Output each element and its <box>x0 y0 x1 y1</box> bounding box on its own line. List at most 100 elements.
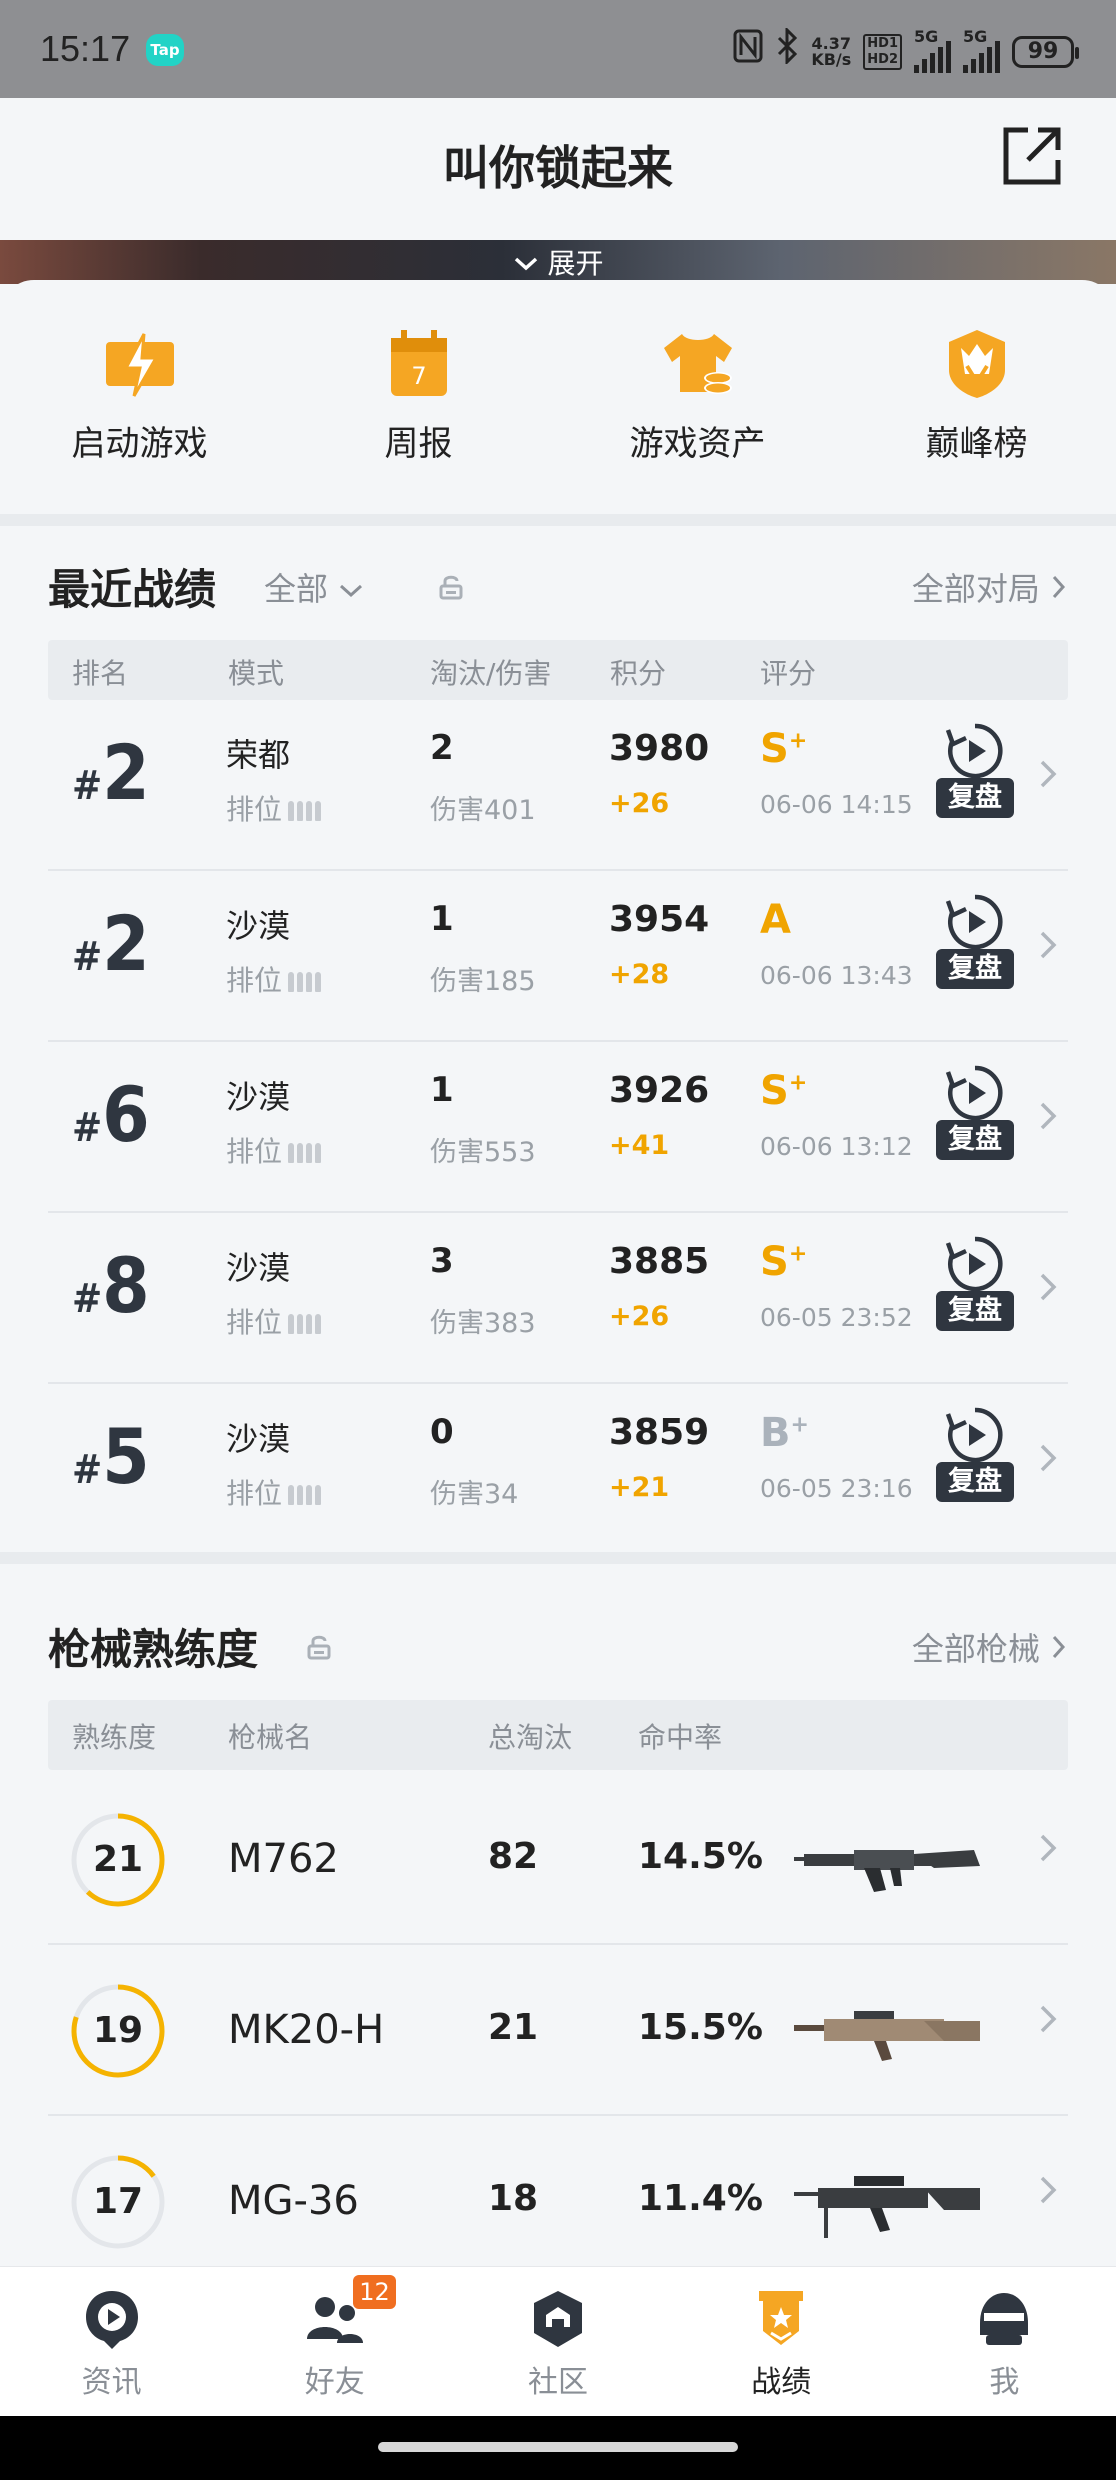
match-score-delta: +21 <box>609 1472 670 1503</box>
lock-icon[interactable] <box>438 574 464 600</box>
page-title: 叫你锁起来 <box>443 141 673 195</box>
match-damage: 伤害553 <box>430 1137 536 1168</box>
chevron-right-icon <box>1040 2005 1057 2033</box>
chevron-down-icon <box>513 247 548 280</box>
match-score-delta: +26 <box>609 788 670 819</box>
chevron-right-icon <box>1040 931 1057 959</box>
share-icon[interactable] <box>1000 124 1064 188</box>
match-kills: 2 <box>430 728 454 768</box>
match-score-delta: +28 <box>609 959 670 990</box>
match-date: 06-06 13:43 <box>760 961 913 990</box>
nav-me[interactable]: 我 <box>893 2267 1116 2416</box>
chevron-right-icon <box>1040 760 1057 788</box>
match-rank: #6 <box>72 1070 150 1159</box>
status-time: 15:17 <box>40 28 131 69</box>
col-total-kills: 总淘汰 <box>488 1721 573 1754</box>
col-proficiency: 熟练度 <box>72 1721 157 1754</box>
chevron-right-icon <box>1050 1630 1068 1668</box>
quick-launch-game[interactable]: 启动游戏 <box>0 312 279 512</box>
match-rank: #2 <box>72 899 150 988</box>
match-score: 3859 <box>609 1412 710 1453</box>
signal-icon-2: 5G <box>963 27 1000 73</box>
match-type: 排位 <box>226 1130 324 1170</box>
weapon-image <box>794 1850 980 1892</box>
replay-label: 复盘 <box>936 949 1014 989</box>
quick-game-assets[interactable]: 游戏资产 <box>558 312 837 512</box>
replay-label: 复盘 <box>936 1120 1014 1160</box>
chevron-right-icon <box>1040 1444 1057 1472</box>
nfc-icon <box>733 29 763 74</box>
match-row[interactable]: #5 沙漠 排位 0 伤害34 3859 +21 B+ 06-05 23:16 复盘 <box>48 1384 1068 1555</box>
weapon-row[interactable]: 21 M762 82 14.5% <box>48 1774 1068 1945</box>
proficiency-level: 17 <box>92 2181 144 2222</box>
weapon-row[interactable]: 19 MK20-H 21 15.5% <box>48 1945 1068 2116</box>
replay-icon <box>945 894 1003 950</box>
match-row[interactable]: #2 沙漠 排位 1 伤害185 3954 +28 A 06-06 13:43 复盘 <box>48 871 1068 1042</box>
nav-friends[interactable]: 12 好友 <box>223 2267 446 2416</box>
chevron-right-icon <box>1040 1273 1057 1301</box>
match-row[interactable]: #6 沙漠 排位 1 伤害553 3926 +41 S+ 06-06 13:12 复盘 <box>48 1042 1068 1213</box>
proficiency-level: 19 <box>92 2010 144 2051</box>
match-row[interactable]: #8 沙漠 排位 3 伤害383 3885 +26 S+ 06-05 23:52 复盘 <box>48 1213 1068 1384</box>
chevron-right-icon <box>1050 570 1068 608</box>
match-damage: 伤害185 <box>430 966 536 997</box>
match-rank: #5 <box>72 1412 150 1501</box>
all-matches-link[interactable]: 全部对局 <box>912 564 1068 610</box>
replay-button[interactable]: 复盘 <box>936 720 1014 830</box>
nav-community[interactable]: 社区 <box>446 2267 669 2416</box>
replay-icon <box>945 1236 1003 1292</box>
signal-icon-1: 5G <box>914 27 951 73</box>
squad-icon <box>288 1479 324 1512</box>
replay-label: 复盘 <box>936 778 1014 818</box>
recent-filter-dropdown[interactable]: 全部 <box>264 564 364 610</box>
weapon-name: M762 <box>228 1836 339 1882</box>
all-weapons-link[interactable]: 全部枪械 <box>912 1624 1068 1670</box>
weapon-row[interactable]: 17 MG-36 18 11.4% <box>48 2116 1068 2287</box>
home-indicator[interactable] <box>378 2442 738 2452</box>
match-score-delta: +26 <box>609 1301 670 1332</box>
weapon-accuracy: 14.5% <box>638 1836 763 1877</box>
match-kills: 3 <box>430 1241 454 1281</box>
match-score: 3885 <box>609 1241 710 1282</box>
hd-indicator: HD1 HD2 <box>863 33 902 70</box>
match-score: 3926 <box>609 1070 710 1111</box>
bluetooth-icon <box>775 26 799 75</box>
match-score-delta: +41 <box>609 1130 670 1161</box>
replay-button[interactable]: 复盘 <box>936 1233 1014 1343</box>
shirt-coin-icon <box>663 334 732 394</box>
match-date: 06-05 23:16 <box>760 1474 913 1503</box>
match-mode: 沙漠 <box>226 907 291 945</box>
replay-icon <box>945 723 1003 779</box>
quick-weekly-report[interactable]: 7 周报 <box>279 312 558 512</box>
section-divider <box>0 1552 1116 1564</box>
match-mode: 沙漠 <box>226 1420 291 1458</box>
match-kills: 1 <box>430 899 454 939</box>
weapon-accuracy: 15.5% <box>638 2007 763 2048</box>
replay-button[interactable]: 复盘 <box>936 891 1014 1001</box>
match-date: 06-06 14:15 <box>760 790 913 819</box>
match-type: 排位 <box>226 788 324 828</box>
replay-button[interactable]: 复盘 <box>936 1404 1014 1514</box>
community-icon <box>534 2291 582 2347</box>
match-rank: #8 <box>72 1241 150 1330</box>
nav-news[interactable]: 资讯 <box>0 2267 223 2416</box>
weapon-image <box>794 2011 980 2061</box>
lightning-icon <box>105 333 174 397</box>
replay-icon <box>945 1407 1003 1463</box>
match-row[interactable]: #2 荣都 排位 2 伤害401 3980 +26 S+ 06-06 14:15 复盘 <box>48 700 1068 871</box>
gesture-bar <box>0 2416 1116 2480</box>
match-damage: 伤害34 <box>430 1479 519 1510</box>
quick-peak-ranking[interactable]: 巅峰榜 <box>837 312 1116 512</box>
battery-icon: 99 <box>1012 35 1079 68</box>
match-damage: 伤害401 <box>430 795 536 826</box>
expand-toggle[interactable]: 展开 <box>0 242 1116 282</box>
nav-stats[interactable]: 战绩 <box>670 2267 893 2416</box>
net-speed: 4.37 KB/s <box>811 33 852 69</box>
replay-button[interactable]: 复盘 <box>936 1062 1014 1172</box>
profile-banner[interactable]: 展开 <box>0 240 1116 284</box>
match-type: 排位 <box>226 1472 324 1512</box>
match-mode: 沙漠 <box>226 1078 291 1116</box>
match-type: 排位 <box>226 959 324 999</box>
crown-badge-icon <box>948 330 1005 398</box>
lock-icon[interactable] <box>306 1634 332 1660</box>
